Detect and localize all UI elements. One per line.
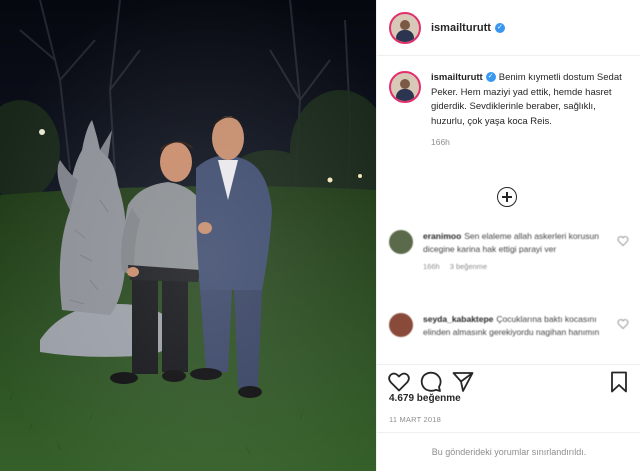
caption-avatar[interactable] [389, 71, 421, 103]
post-photo[interactable] [0, 0, 376, 471]
comment-heart-icon[interactable] [617, 236, 629, 246]
heart-icon[interactable] [387, 370, 411, 394]
instagram-post: ismailturutt ✓ ismailturutt ✓ Benim kıymet… [0, 0, 640, 471]
verified-badge-icon: ✓ [485, 72, 496, 83]
caption-body: ismailturutt ✓ Benim kıymetli dostum Sedat… [431, 71, 629, 150]
comment-item: eranimoo Sen elaleme allah askerleri koru… [389, 230, 629, 273]
comments-disabled-notice: Bu gönderideki yorumlar sınırlandırıldı. [377, 432, 640, 471]
comment-avatar[interactable] [389, 230, 413, 254]
comment-body: eranimoo Sen elaleme allah askerleri koru… [423, 230, 603, 273]
caption-time[interactable]: 166h [431, 135, 629, 150]
username-link[interactable]: ismailturutt [431, 22, 491, 34]
likes-count[interactable]: 4.679 beğenme [389, 393, 461, 404]
post-photo-image [0, 0, 376, 471]
comment-body: seyda_kabaktepe Çocuklarına baktı kocasın… [423, 313, 603, 339]
comment-likes[interactable]: 3 beğenme [450, 262, 488, 271]
comment-avatar[interactable] [389, 313, 413, 337]
comment-item: seyda_kabaktepe Çocuklarına baktı kocasın… [389, 313, 629, 339]
comments-section: ismailturutt ✓ Benim kıymetli dostum Sedat… [377, 57, 640, 363]
comments-disabled-text: Bu gönderideki yorumlar sınırlandırıldı. [431, 447, 587, 457]
avatar[interactable] [389, 11, 421, 44]
comment-username[interactable]: eranimoo [423, 231, 461, 241]
comment-time[interactable]: 166h [423, 262, 440, 271]
plus-circle-icon[interactable] [497, 187, 517, 207]
post-side-panel: ismailturutt ✓ ismailturutt ✓ Benim kıymet… [376, 0, 640, 471]
comment-username[interactable]: seyda_kabaktepe [423, 314, 493, 324]
caption-username[interactable]: ismailturutt [431, 72, 483, 83]
comment-meta: 166h 3 beğenme [423, 260, 603, 273]
post-date[interactable]: 11 MART 2018 [389, 415, 441, 424]
post-header: ismailturutt ✓ [377, 0, 640, 56]
paper-plane-icon[interactable] [451, 370, 475, 394]
comment-bubble-icon[interactable] [419, 370, 443, 394]
post-caption: ismailturutt ✓ Benim kıymetli dostum Sedat… [377, 57, 640, 150]
comment-heart-icon[interactable] [617, 319, 629, 329]
bookmark-icon[interactable] [607, 370, 631, 394]
verified-badge-icon: ✓ [494, 22, 505, 33]
